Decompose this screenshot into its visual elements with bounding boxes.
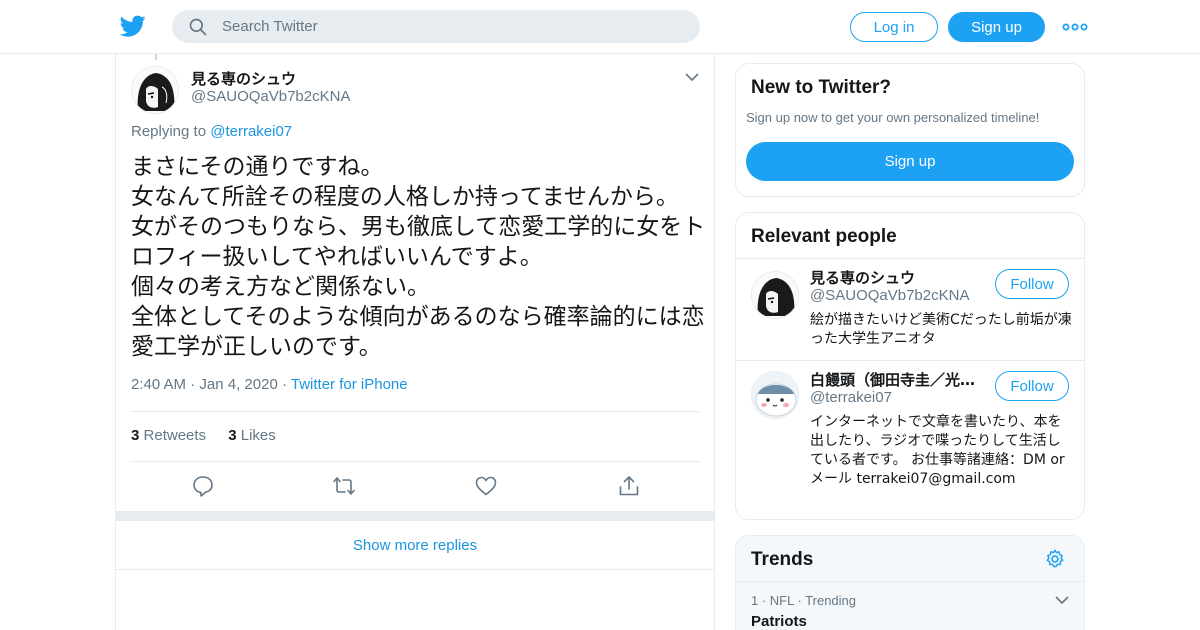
search-icon [189, 18, 207, 36]
card-subtitle: Sign up now to get your own personalized… [746, 110, 1040, 125]
more-options-icon[interactable] [1062, 17, 1088, 37]
retweet-icon[interactable] [332, 474, 356, 498]
person-name[interactable]: 見る専のシュウ [810, 267, 980, 288]
relevant-people-card: Relevant people 見る専のシュウ @SAUOQaVb7b2cKNA… [735, 212, 1085, 520]
avatar[interactable] [751, 271, 799, 319]
card-title: Trends [751, 549, 814, 570]
show-more-replies-button[interactable]: Show more replies [116, 521, 714, 570]
person-item[interactable]: 見る専のシュウ @SAUOQaVb7b2cKNA 絵が描きたいけど美術Cだったし… [736, 259, 1084, 360]
tweet-timestamp: 2:40 AM · Jan 4, 2020 · Twitter for iPho… [131, 376, 408, 393]
avatar-manju-icon [752, 372, 798, 418]
person-bio: 絵が描きたいけど美術Cだったし前垢が凍った大学生アニオタ [810, 312, 1072, 347]
divider [130, 411, 700, 412]
avatar-drawing-icon [752, 272, 798, 318]
person-item[interactable]: 白饅頭（御田寺圭／光… @terrakei07 インターネットで文章を書いたり、… [736, 361, 1084, 519]
tweet-date[interactable]: Jan 4, 2020 [199, 376, 277, 393]
chevron-down-icon[interactable] [684, 70, 700, 84]
person-handle[interactable]: @SAUOQaVb7b2cKNA [810, 287, 969, 304]
likes-count: 3 [228, 427, 237, 444]
section-separator [116, 511, 714, 521]
avatar-drawing-icon [132, 67, 178, 113]
thread-connector [155, 54, 157, 60]
retweets-count: 3 [131, 427, 140, 444]
card-title: New to Twitter? [751, 77, 892, 98]
search-bar[interactable]: Search Twitter [172, 10, 700, 43]
twitter-bird-icon[interactable] [119, 13, 147, 39]
follow-button[interactable]: Follow [995, 371, 1069, 401]
likes-label: Likes [240, 427, 276, 444]
top-bar: Search Twitter Log in Sign up [0, 0, 1200, 54]
meta-separator: · [281, 376, 287, 393]
signup-button[interactable]: Sign up [948, 12, 1045, 42]
author-handle[interactable]: @SAUOQaVb7b2cKNA [191, 88, 350, 105]
meta-separator: · [190, 376, 196, 393]
follow-button[interactable]: Follow [995, 269, 1069, 299]
reply-icon[interactable] [191, 474, 215, 498]
share-icon[interactable] [617, 474, 641, 498]
search-input[interactable]: Search Twitter [222, 18, 318, 35]
person-bio: インターネットで文章を書いたり、本を出したり、ラジオで喋ったりして生活している者… [810, 414, 1065, 487]
person-name[interactable]: 白饅頭（御田寺圭／光… [810, 369, 980, 390]
tweet-column: 見る専のシュウ @SAUOQaVb7b2cKNA Replying to @te… [115, 54, 715, 630]
divider [130, 461, 700, 462]
login-button[interactable]: Log in [850, 12, 938, 42]
gear-icon[interactable] [1044, 548, 1066, 570]
like-icon[interactable] [474, 474, 498, 498]
replying-to-link[interactable]: @terrakei07 [210, 123, 292, 140]
trends-card: Trends 1 · NFL · Trending Patriots [735, 535, 1085, 630]
sidebar-signup-button[interactable]: Sign up [746, 142, 1074, 181]
avatar[interactable] [131, 66, 179, 114]
tweet-text: まさにその通りですね。 女なんて所詮その程度の人格しか持ってませんから。 女がそ… [131, 154, 706, 360]
author-name[interactable]: 見る専のシュウ [191, 68, 296, 89]
new-to-twitter-card: New to Twitter? Sign up now to get your … [735, 63, 1085, 197]
tweet-source-link[interactable]: Twitter for iPhone [291, 376, 408, 393]
retweets-label: Retweets [143, 427, 207, 444]
tweet-actions [116, 474, 716, 498]
tweet-time[interactable]: 2:40 AM [131, 376, 186, 393]
avatar[interactable] [751, 371, 799, 419]
person-handle[interactable]: @terrakei07 [810, 389, 892, 406]
trend-meta: 1 · NFL · Trending [751, 593, 857, 608]
likes-stat[interactable]: 3 Likes [228, 427, 276, 444]
replying-to-line: Replying to @terrakei07 [131, 123, 292, 140]
tweet-stats: 3 Retweets 3 Likes [131, 427, 276, 444]
retweets-stat[interactable]: 3 Retweets [131, 427, 206, 444]
trend-name[interactable]: Patriots [751, 613, 807, 630]
divider [736, 581, 1084, 582]
replying-prefix: Replying to [131, 123, 207, 140]
card-title: Relevant people [751, 226, 897, 247]
chevron-down-icon[interactable] [1054, 594, 1070, 606]
